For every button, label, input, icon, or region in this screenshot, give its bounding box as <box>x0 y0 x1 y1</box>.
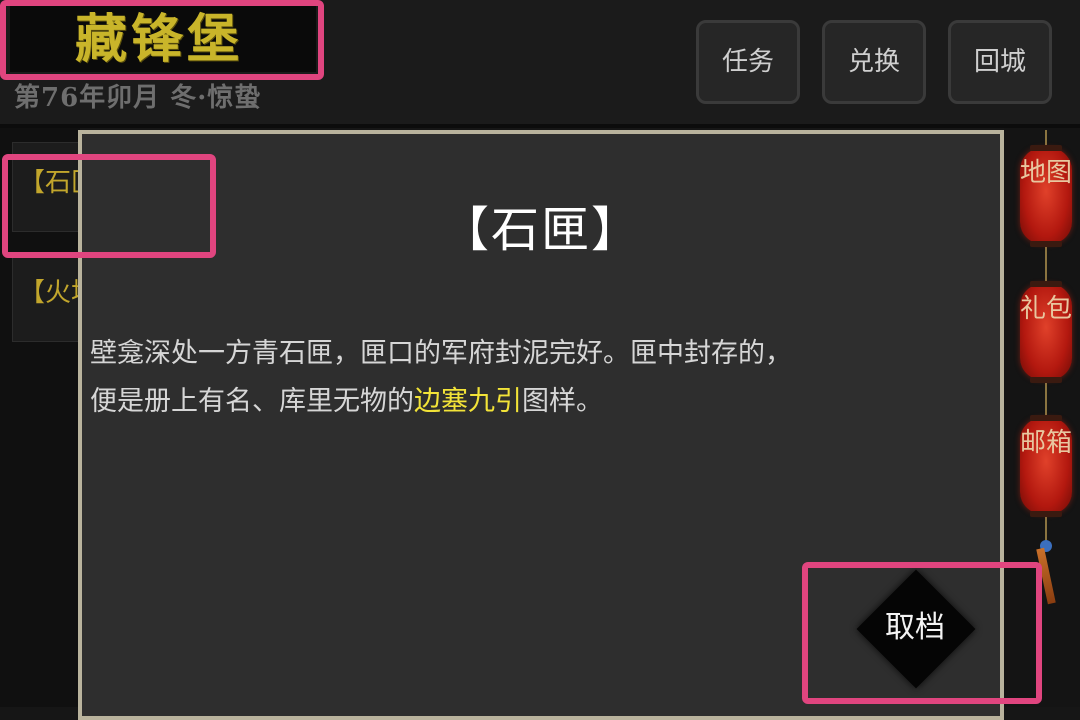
dialog-body-line-1: 壁龛深处一方青石匣，匣口的军府封泥完好。匣中封存的， <box>90 338 792 369</box>
map-lantern-button[interactable]: 地图 <box>1020 145 1073 247</box>
mail-lantern-button[interactable]: 邮箱 <box>1020 415 1073 517</box>
gift-lantern-button[interactable]: 礼包 <box>1020 281 1073 383</box>
highlighted-item-name: 边塞九引 <box>414 386 522 417</box>
dialog-description: 壁龛深处一方青石匣，匣口的军府封泥完好。匣中封存的， 便是册上有名、库里无物的边… <box>90 330 990 426</box>
dialog-title: 【石匣】 <box>440 202 641 258</box>
game-date: 第76年卯月 冬·惊蛰 <box>14 83 262 113</box>
quest-button[interactable]: 任务 <box>696 20 800 104</box>
top-header: 藏锋堡 第76年卯月 冬·惊蛰 任务 兑换 回城 <box>0 0 1080 126</box>
location-title: 藏锋堡 <box>74 9 243 70</box>
return-city-button[interactable]: 回城 <box>948 20 1052 104</box>
dialog-body-line-2-start: 便是册上有名、库里无物的 <box>90 386 414 417</box>
dialog-body-line-2-end: 图样。 <box>522 386 603 417</box>
mail-lantern-label: 邮箱 <box>1020 428 1073 458</box>
retrieve-archive-button[interactable]: 取档 <box>856 569 976 689</box>
exchange-button[interactable]: 兑换 <box>822 20 926 104</box>
retrieve-archive-label: 取档 <box>885 610 945 645</box>
map-lantern-label: 地图 <box>1020 158 1073 188</box>
header-divider <box>0 124 1080 128</box>
gift-lantern-label: 礼包 <box>1020 294 1073 324</box>
dialog-body-line-2: 便是册上有名、库里无物的边塞九引图样。 <box>90 378 990 426</box>
